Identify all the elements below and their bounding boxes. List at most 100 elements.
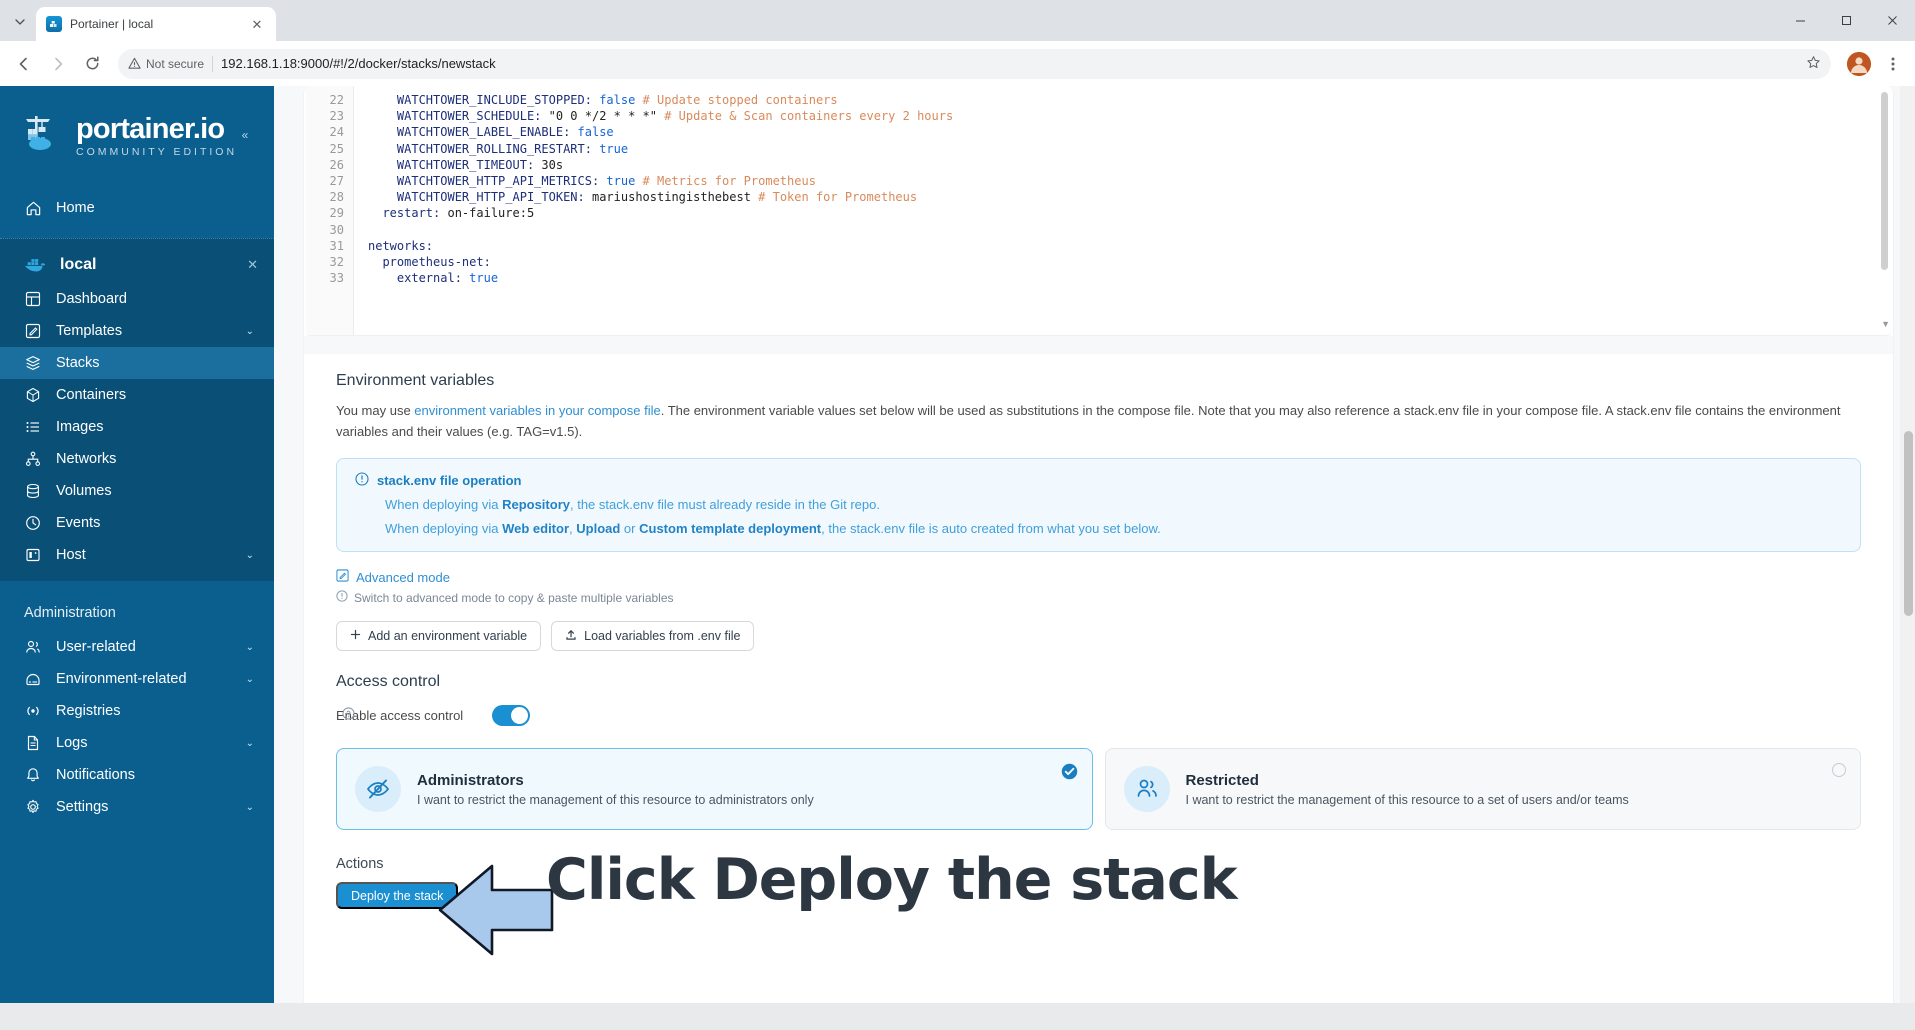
star-icon[interactable]: [1806, 55, 1821, 73]
networks-icon: [24, 450, 42, 468]
sidebar-item-registries[interactable]: Registries: [0, 695, 274, 727]
sidebar-item-host[interactable]: Host ⌄: [0, 539, 274, 571]
enable-access-control-toggle[interactable]: [492, 705, 530, 726]
editor-code-lines[interactable]: WATCHTOWER_INCLUDE_STOPPED: false # Upda…: [354, 86, 1891, 335]
sidebar-item-environment-related[interactable]: Environment-related ⌄: [0, 663, 274, 695]
sidebar-item-user-related[interactable]: User-related ⌄: [0, 631, 274, 663]
access-card-description: I want to restrict the management of thi…: [417, 792, 814, 807]
add-environment-variable-button[interactable]: Add an environment variable: [336, 621, 542, 651]
editor-line-number: 29: [329, 206, 344, 221]
chevron-down-icon[interactable]: ⌄: [246, 738, 254, 749]
editor-line-number: 28: [329, 190, 344, 205]
back-arrow-icon[interactable]: [8, 48, 40, 80]
chevron-down-icon[interactable]: ⌄: [246, 642, 254, 653]
sidebar-item-networks[interactable]: Networks: [0, 443, 274, 475]
scroll-down-arrow-icon[interactable]: ▼: [1881, 319, 1890, 329]
left-arrow-annotation: [436, 860, 556, 965]
stacks-icon: [24, 354, 42, 372]
volumes-icon: [24, 482, 42, 500]
minimize-icon[interactable]: [1777, 0, 1823, 41]
chevron-down-icon[interactable]: ⌄: [246, 326, 254, 337]
page-scrollbar[interactable]: [1900, 86, 1915, 1030]
sidebar-item-label: Environment-related: [56, 671, 187, 687]
kebab-menu-icon[interactable]: [1879, 50, 1907, 78]
sidebar-item-notifications[interactable]: Notifications: [0, 759, 274, 791]
images-icon: [24, 418, 42, 436]
editor-line-number: 33: [329, 271, 344, 286]
sidebar-item-dashboard[interactable]: Dashboard: [0, 283, 274, 315]
sidebar-item-home[interactable]: Home: [0, 192, 274, 224]
chevron-down-icon[interactable]: ⌄: [246, 802, 254, 813]
tab-search-icon[interactable]: [6, 8, 34, 36]
profile-avatar[interactable]: [1847, 51, 1871, 76]
edit-pencil-icon: [336, 569, 349, 585]
env-vars-title: Environment variables: [336, 372, 495, 389]
desc-pre: You may use: [336, 403, 415, 418]
warning-triangle-icon: [128, 57, 141, 69]
brand-header[interactable]: portainer.io COMMUNITY EDITION «: [0, 86, 274, 184]
editor-code-line[interactable]: WATCHTOWER_HTTP_API_METRICS: true # Metr…: [368, 173, 1891, 189]
sidebar-item-images[interactable]: Images: [0, 411, 274, 443]
stack-form-card: 22 23 24 25 26 27 28 29 30 31 32 33 WATCHTOWER_INCL…: [304, 86, 1893, 1030]
editor-line-number: 27: [329, 174, 344, 189]
browser-tab-strip: Portainer | local ✕: [0, 0, 1915, 41]
access-card-administrators[interactable]: Administrators I want to restrict the ma…: [336, 748, 1093, 830]
sidebar-item-templates[interactable]: Templates ⌄: [0, 315, 274, 347]
editor-code-line[interactable]: WATCHTOWER_LABEL_ENABLE: false: [368, 124, 1891, 140]
question-circle-icon[interactable]: [342, 706, 355, 725]
forward-arrow-icon[interactable]: [42, 48, 74, 80]
access-card-title: Administrators: [417, 771, 524, 789]
sidebar-item-logs[interactable]: Logs ⌄: [0, 727, 274, 759]
editor-code-line[interactable]: WATCHTOWER_HTTP_API_TOKEN: mariushosting…: [368, 189, 1891, 205]
editor-code-line[interactable]: networks:: [368, 238, 1891, 254]
advanced-mode-link[interactable]: Advanced mode: [336, 569, 1861, 585]
editor-code-line[interactable]: prometheus-net:: [368, 254, 1891, 270]
access-card-restricted[interactable]: Restricted I want to restrict the manage…: [1104, 748, 1861, 830]
sidebar-item-volumes[interactable]: Volumes: [0, 475, 274, 507]
env-vars-doc-link[interactable]: environment variables in your compose fi…: [414, 403, 660, 418]
environment-header[interactable]: local ✕: [0, 247, 274, 283]
line2-post: , the stack.env file is auto created fro…: [821, 521, 1161, 536]
portainer-favicon: [46, 16, 62, 32]
chevron-down-icon[interactable]: ⌄: [246, 550, 254, 561]
radio-empty-icon[interactable]: [1832, 763, 1846, 777]
close-icon[interactable]: ✕: [248, 15, 266, 33]
page-viewport: portainer.io COMMUNITY EDITION « Home lo…: [0, 86, 1915, 1030]
environment-icon: [24, 670, 42, 688]
editor-code-line[interactable]: WATCHTOWER_ROLLING_RESTART: true: [368, 141, 1891, 157]
editor-scrollbar-thumb[interactable]: [1881, 92, 1888, 270]
access-card-description: I want to restrict the management of thi…: [1185, 792, 1629, 807]
sidebar-item-label: Stacks: [56, 355, 100, 371]
browser-tab[interactable]: Portainer | local ✕: [36, 7, 276, 41]
compose-code-editor[interactable]: 22 23 24 25 26 27 28 29 30 31 32 33 WATCHTOWER_INCL…: [306, 86, 1891, 336]
editor-code-line[interactable]: WATCHTOWER_INCLUDE_STOPPED: false # Upda…: [368, 92, 1891, 108]
chevron-down-icon[interactable]: ⌄: [246, 674, 254, 685]
sidebar-item-settings[interactable]: Settings ⌄: [0, 791, 274, 823]
page-scrollbar-thumb[interactable]: [1904, 431, 1913, 616]
window-close-icon[interactable]: [1869, 0, 1915, 41]
address-bar[interactable]: Not secure 192.168.1.18:9000/#!/2/docker…: [118, 48, 1831, 79]
bell-icon: [24, 766, 42, 784]
editor-scrollbar[interactable]: [1881, 92, 1888, 313]
security-indicator[interactable]: Not secure: [128, 57, 204, 71]
editor-code-line[interactable]: WATCHTOWER_SCHEDULE: "0 0 */2 * * *" # U…: [368, 108, 1891, 124]
sidebar-section-administration: Administration: [24, 605, 116, 621]
sidebar-item-containers[interactable]: Containers: [0, 379, 274, 411]
sidebar-item-label: Volumes: [56, 483, 112, 499]
editor-line-number: 32: [329, 255, 344, 270]
editor-code-line[interactable]: [368, 222, 1891, 238]
maximize-icon[interactable]: [1823, 0, 1869, 41]
collapse-sidebar-icon[interactable]: «: [234, 124, 256, 146]
editor-code-line[interactable]: WATCHTOWER_TIMEOUT: 30s: [368, 157, 1891, 173]
sidebar-item-stacks[interactable]: Stacks: [0, 347, 274, 379]
reload-icon[interactable]: [76, 48, 108, 80]
load-variables-from-env-file-button[interactable]: Load variables from .env file: [551, 621, 755, 651]
editor-code-line[interactable]: external: true: [368, 270, 1891, 286]
events-clock-icon: [24, 514, 42, 532]
close-environment-icon[interactable]: ✕: [247, 257, 258, 273]
sidebar-item-events[interactable]: Events: [0, 507, 274, 539]
editor-code-line[interactable]: restart: on-failure:5: [368, 205, 1891, 221]
eye-off-icon: [355, 766, 401, 812]
environment-section: local ✕ Dashboard Templates ⌄ Stacks Con…: [0, 238, 274, 581]
users-icon: [24, 638, 42, 656]
